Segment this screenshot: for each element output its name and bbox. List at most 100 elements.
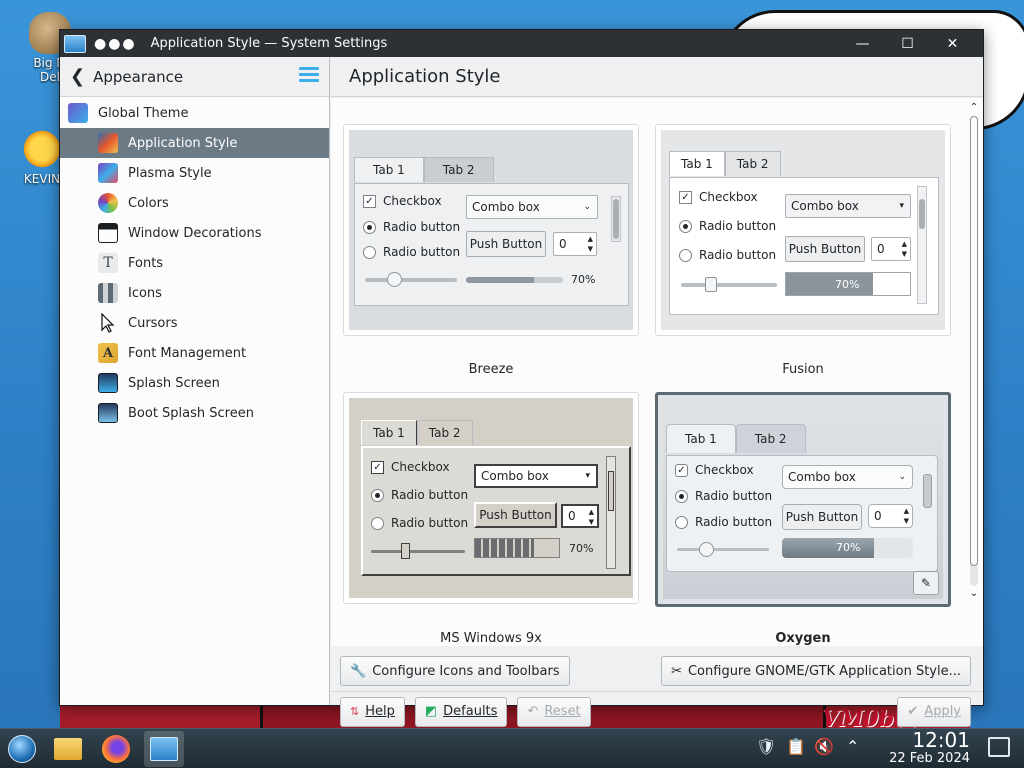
radio-unselected-icon — [679, 248, 692, 262]
titlebar[interactable]: ●●● Application Style — System Settings … — [60, 30, 983, 57]
style-grid: Tab 1 Tab 2 ✓ Checkbox Radio button Radio… — [331, 98, 983, 646]
checkbox-checked-icon: ✓ — [371, 460, 384, 474]
style-preview: Tab 1 Tab 2 ✓ Checkbox Radio button Radio… — [663, 400, 943, 599]
preview-combo-label: Combo box — [472, 200, 540, 214]
scroll-down-icon[interactable]: ⌄ — [967, 588, 981, 600]
sidebar-item-fonts[interactable]: T Fonts — [60, 248, 329, 278]
sidebar-item-label: Application Style — [128, 135, 238, 151]
sidebar-item-application-style[interactable]: Application Style — [60, 128, 329, 158]
apply-button[interactable]: ✔ Apply — [897, 696, 971, 727]
sidebar-item-icons[interactable]: Icons — [60, 278, 329, 308]
minimize-button[interactable]: — — [840, 30, 885, 57]
preview-radio-label: Radio button — [699, 248, 777, 262]
system-settings-icon[interactable] — [144, 731, 184, 767]
preview-radio-label: Radio button — [383, 245, 461, 259]
preview-spin-value: 0 — [568, 509, 576, 523]
file-manager-icon[interactable] — [48, 731, 88, 767]
style-card-ms-windows-9x[interactable]: Tab 1 Tab 2 ✓ Checkbox Radio button Radio… — [343, 392, 639, 604]
sidebar-item-label: Font Management — [128, 345, 247, 361]
style-preview: Tab 1 Tab 2 ✓ Checkbox Radio button Radio… — [349, 130, 633, 330]
volume-muted-icon[interactable]: 🔇 — [814, 737, 834, 756]
preview-spin-value: 0 — [559, 237, 567, 251]
style-name-oxygen: Oxygen — [775, 631, 831, 646]
action-row: ⇅ Help ◩ Defaults ↶ Reset ✔ Apply — [331, 691, 983, 731]
sidebar-item-cursors[interactable]: Cursors — [60, 308, 329, 338]
sidebar-item-global-theme[interactable]: Global Theme — [60, 98, 329, 128]
preview-spin-value: 0 — [877, 242, 885, 256]
sidebar-item-label: Boot Splash Screen — [128, 405, 254, 421]
grid-scrollbar[interactable]: ⌃ ⌄ — [967, 102, 981, 622]
preview-checkbox-label: Checkbox — [695, 463, 754, 477]
defaults-button[interactable]: ◩ Defaults — [414, 696, 508, 727]
close-button[interactable]: ✕ — [930, 30, 975, 57]
scroll-up-icon[interactable]: ⌃ — [967, 102, 981, 114]
preview-tab-2: Tab 2 — [423, 157, 494, 182]
preview-checkbox-label: Checkbox — [699, 190, 758, 204]
wrench-icon: 🔧 — [350, 663, 367, 679]
boot-splash-screen-icon — [98, 403, 118, 423]
configure-gtk-style-button[interactable]: ✂ Configure GNOME/GTK Application Style.… — [661, 656, 971, 686]
radio-unselected-icon — [363, 245, 376, 259]
spin-arrows-icon: ▲ ▼ — [588, 508, 594, 526]
sidebar-item-colors[interactable]: Colors — [60, 188, 329, 218]
preview-tab-2: Tab 2 — [724, 151, 781, 176]
sidebar-item-label: Window Decorations — [128, 225, 262, 241]
style-card-oxygen[interactable]: Tab 1 Tab 2 ✓ Checkbox Radio button Radio… — [655, 392, 951, 607]
sidebar-back-label[interactable]: Appearance — [93, 68, 183, 86]
splash-screen-icon — [98, 373, 118, 393]
tray-expand-chevron-icon[interactable]: ⌃ — [846, 737, 859, 756]
sidebar-item-window-decorations[interactable]: Window Decorations — [60, 218, 329, 248]
radio-selected-icon — [679, 219, 692, 233]
system-settings-icon[interactable] — [64, 34, 86, 53]
icons-icon — [98, 283, 118, 303]
show-desktop-icon[interactable] — [988, 737, 1010, 757]
preview-combo-label: Combo box — [481, 469, 549, 483]
sidebar-item-splash-screen[interactable]: Splash Screen — [60, 368, 329, 398]
preview-checkbox-label: Checkbox — [383, 194, 442, 208]
checkmark-icon: ✔ — [907, 704, 919, 719]
configure-style-button[interactable]: ✎ — [913, 571, 939, 595]
clock[interactable]: 12:01 22 Feb 2024 — [889, 729, 970, 767]
chevron-down-icon: ⌄ — [583, 202, 591, 212]
style-card-fusion[interactable]: Tab 1 Tab 2 ✓ Checkbox Radio button Radio… — [655, 124, 951, 336]
start-orb-icon[interactable] — [2, 731, 42, 767]
radio-selected-icon — [675, 489, 688, 503]
font-management-icon: A — [98, 343, 118, 363]
clipboard-icon[interactable]: 📋 — [786, 737, 806, 756]
sidebar-item-plasma-style[interactable]: Plasma Style — [60, 158, 329, 188]
window-decorations-icon — [98, 223, 118, 243]
button-label: Defaults — [443, 704, 498, 719]
firefox-icon[interactable] — [96, 731, 136, 767]
sidebar-item-boot-splash-screen[interactable]: Boot Splash Screen — [60, 398, 329, 428]
preview-progress-bar — [466, 277, 563, 283]
sidebar-item-label: Global Theme — [98, 105, 189, 121]
checkbox-checked-icon: ✓ — [363, 194, 376, 208]
colors-icon — [98, 193, 118, 213]
scrollbar-thumb[interactable] — [970, 116, 978, 566]
help-button[interactable]: ⇅ Help — [340, 696, 405, 727]
window-menu-dots[interactable]: ●●● — [94, 36, 137, 52]
spin-arrows-icon: ▲ ▼ — [903, 507, 909, 525]
window-title: Application Style — System Settings — [150, 36, 388, 51]
tray-security-icon[interactable]: 🛡 — [756, 737, 776, 756]
sidebar-item-label: Icons — [128, 285, 162, 301]
preview-progress-label: 70% — [571, 273, 596, 286]
style-name-breeze: Breeze — [468, 362, 514, 377]
radio-selected-icon — [371, 488, 384, 502]
sidebar-item-font-management[interactable]: A Font Management — [60, 338, 329, 368]
hamburger-menu-icon[interactable] — [299, 67, 319, 83]
chevron-down-icon: ⌄ — [898, 472, 906, 482]
preview-spin-value: 0 — [874, 509, 882, 523]
help-icon: ⇅ — [350, 705, 360, 718]
maximize-button[interactable]: ☐ — [885, 30, 930, 57]
style-card-breeze[interactable]: Tab 1 Tab 2 ✓ Checkbox Radio button Radio… — [343, 124, 639, 336]
style-name-ms-windows-9x: MS Windows 9x — [440, 631, 542, 646]
configure-icons-toolbars-button[interactable]: 🔧 Configure Icons and Toolbars — [340, 656, 570, 686]
back-arrow-icon[interactable]: ❮ — [70, 66, 85, 87]
style-preview: Tab 1 Tab 2 ✓ Checkbox Radio button Radio… — [661, 130, 945, 330]
preview-tab-2: Tab 2 — [416, 420, 473, 445]
reset-button[interactable]: ↶ Reset — [517, 696, 591, 727]
preview-push-button: Push Button — [785, 236, 865, 262]
reset-icon: ↶ — [527, 704, 539, 719]
sidebar: ❮ Appearance Global Theme Application St… — [60, 57, 330, 705]
